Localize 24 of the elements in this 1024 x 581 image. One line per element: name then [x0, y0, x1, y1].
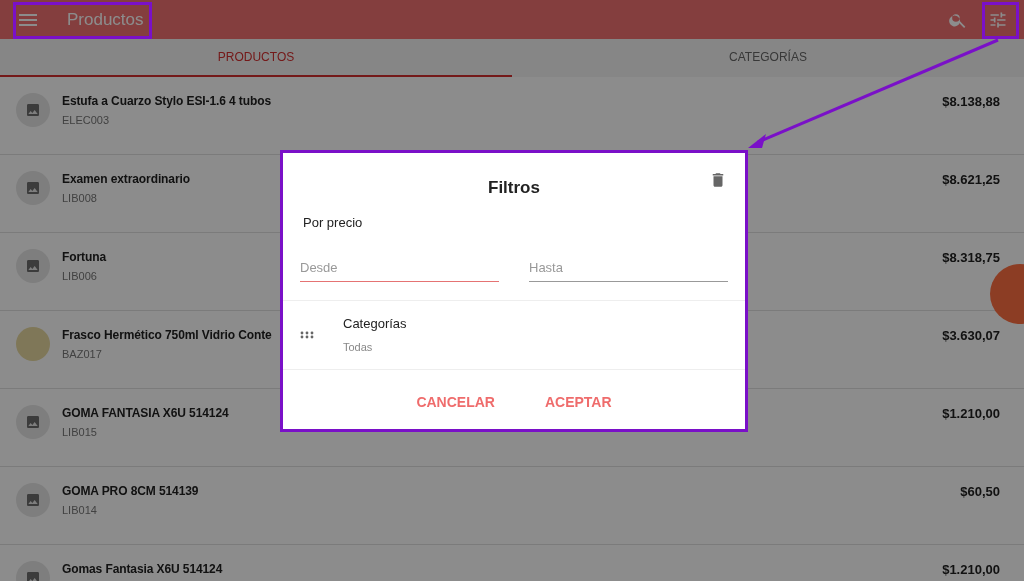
app-title: Productos	[67, 8, 144, 31]
product-name: Frasco Hermético 750ml Vidrio Conte	[62, 327, 272, 344]
product-code: LIB015	[62, 425, 98, 440]
product-code: LIB006	[62, 269, 98, 284]
product-name: GOMA FANTASIA X6U 514124	[62, 405, 229, 422]
product-code: BAZ017	[62, 347, 103, 362]
product-name: GOMA PRO 8CM 514139	[62, 483, 199, 500]
product-code: LIB008	[62, 191, 98, 206]
product-price: $1.210,00	[942, 561, 1000, 579]
product-name: Gomas Fantasia X6U 514124	[62, 561, 223, 578]
section-label: Por precio	[303, 213, 364, 232]
product-code: ELEC003	[62, 113, 111, 128]
product-name: Examen extraordinario	[62, 171, 190, 188]
product-price: $3.630,07	[942, 327, 1000, 345]
product-price: $8.138,88	[942, 93, 1000, 111]
product-price: $8.318,75	[942, 249, 1000, 267]
product-price: $60,50	[960, 483, 1000, 501]
product-price: $8.621,25	[942, 171, 1000, 189]
product-code: LIB014	[62, 503, 98, 518]
category-value: Todas	[343, 340, 374, 355]
dialog-title: Filtros	[488, 177, 540, 199]
product-name: Estufa a Cuarzo Stylo ESI-1.6 4 tubos	[62, 93, 271, 110]
product-price: $1.210,00	[942, 405, 1000, 423]
product-name: Fortuna	[62, 249, 106, 266]
